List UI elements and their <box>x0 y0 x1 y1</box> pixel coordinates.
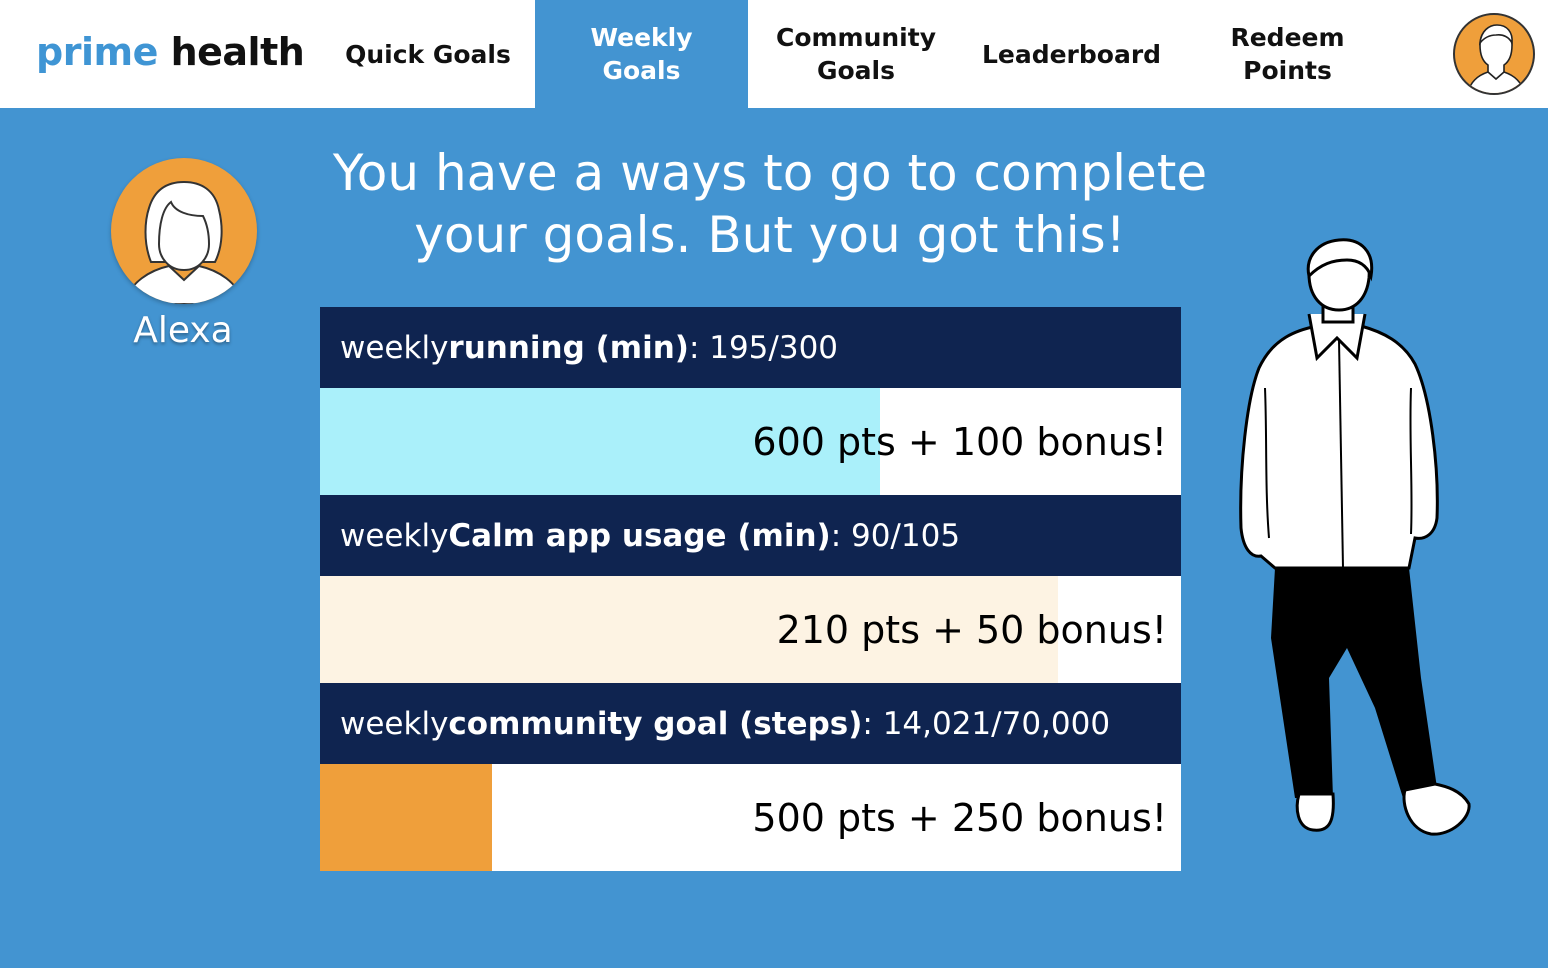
logo-prime: prime <box>36 30 158 74</box>
tab-label: Redeem Points <box>1230 23 1345 85</box>
goal-progress-text: : 14,021/70,000 <box>862 705 1111 742</box>
logo-health: health <box>157 30 305 74</box>
tab-weekly-goals[interactable]: Weekly Goals <box>535 0 748 108</box>
goal-header: weekly running (min): 195/300 <box>320 307 1181 388</box>
goal-title: community goal (steps) <box>448 705 863 742</box>
app-logo[interactable]: prime health <box>36 30 305 74</box>
goal-title: Calm app usage (min) <box>448 517 831 554</box>
goal-prefix: weekly <box>340 705 449 742</box>
goal-progress-bar: 600 pts + 100 bonus! <box>320 388 1181 495</box>
goal-community-steps: weekly community goal (steps): 14,021/70… <box>320 683 1181 871</box>
goal-reward: 600 pts + 100 bonus! <box>752 419 1167 464</box>
tab-quick-goals[interactable]: Quick Goals <box>322 0 534 108</box>
goal-progress-bar: 500 pts + 250 bonus! <box>320 764 1181 871</box>
goal-reward: 500 pts + 250 bonus! <box>752 795 1167 840</box>
tab-label: Community Goals <box>775 23 937 85</box>
goal-header: weekly Calm app usage (min): 90/105 <box>320 495 1181 576</box>
goal-progress-bar: 210 pts + 50 bonus! <box>320 576 1181 683</box>
goal-progress-fill <box>320 764 493 871</box>
tab-label: Leaderboard <box>981 39 1162 69</box>
goal-progress-text: : 90/105 <box>830 517 961 554</box>
goal-progress-text: : 195/300 <box>688 329 839 366</box>
goal-header: weekly community goal (steps): 14,021/70… <box>320 683 1181 764</box>
tab-label: Weekly Goals <box>590 23 693 85</box>
standing-person-illustration <box>1239 238 1471 836</box>
profile-avatar <box>111 158 257 304</box>
user-male-icon <box>1466 24 1526 93</box>
goal-reward: 210 pts + 50 bonus! <box>776 607 1167 652</box>
goal-prefix: weekly <box>340 517 449 554</box>
motivation-headline: You have a ways to go to complete your g… <box>332 144 1208 264</box>
goal-calm-app: weekly Calm app usage (min): 90/105 210 … <box>320 495 1181 683</box>
weekly-goals-list: weekly running (min): 195/300 600 pts + … <box>320 307 1181 871</box>
profile-name: Alexa <box>133 310 233 351</box>
tab-redeem-points[interactable]: Redeem Points <box>1180 0 1395 108</box>
tab-leaderboard[interactable]: Leaderboard <box>964 0 1179 108</box>
goal-title: running (min) <box>448 329 689 366</box>
goal-running: weekly running (min): 195/300 600 pts + … <box>320 307 1181 495</box>
user-female-icon <box>123 180 245 304</box>
tab-community-goals[interactable]: Community Goals <box>750 0 962 108</box>
user-avatar-button[interactable] <box>1453 13 1535 95</box>
top-nav-bar: prime health Quick Goals Weekly Goals Co… <box>0 0 1548 108</box>
tab-label: Quick Goals <box>345 39 511 69</box>
goal-prefix: weekly <box>340 329 449 366</box>
